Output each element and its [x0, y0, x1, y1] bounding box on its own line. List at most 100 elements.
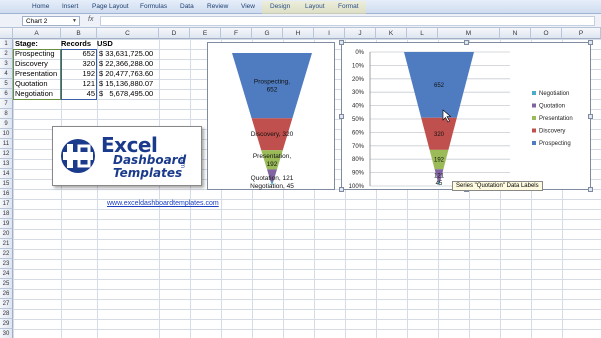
- row-header[interactable]: 13: [0, 159, 13, 169]
- logo-text-line3: Templates: [113, 166, 183, 180]
- y-tick-label: 100%: [349, 184, 365, 190]
- row-header[interactable]: 24: [0, 269, 13, 279]
- row-header[interactable]: 18: [0, 209, 13, 219]
- data-label[interactable]: Presentation,: [253, 153, 291, 160]
- data-label[interactable]: Discovery, 320: [251, 131, 294, 138]
- row-header[interactable]: 26: [0, 289, 13, 299]
- row-header[interactable]: 15: [0, 179, 13, 189]
- website-link[interactable]: www.exceldashboardtemplates.com: [107, 200, 219, 207]
- funnel-chart-with-legend[interactable]: 0% 10% 20% 30% 40% 50% 60% 70% 80% 90% 100% 652 320 1…: [339, 40, 593, 192]
- tab-review[interactable]: Review: [207, 3, 228, 10]
- column-header-k[interactable]: K: [376, 28, 407, 39]
- legend-entry[interactable]: Negotiation: [539, 91, 569, 97]
- cell-usd[interactable]: $ 33,631,725.00: [99, 49, 159, 59]
- row-header[interactable]: 8: [0, 109, 13, 119]
- row-header[interactable]: 4: [0, 69, 13, 79]
- row-header[interactable]: 10: [0, 129, 13, 139]
- row-header[interactable]: 22: [0, 249, 13, 259]
- legend-entry[interactable]: Quotation: [539, 104, 565, 110]
- column-header-c[interactable]: C: [97, 28, 159, 39]
- row-header[interactable]: 9: [0, 119, 13, 129]
- row-header[interactable]: 17: [0, 199, 13, 209]
- column-header-o[interactable]: O: [531, 28, 562, 39]
- funnel-chart[interactable]: Prospecting, 652 Discovery, 320 Presentatio…: [207, 42, 335, 190]
- tab-view[interactable]: View: [241, 3, 255, 10]
- column-header-m[interactable]: M: [438, 28, 500, 39]
- tab-format[interactable]: Format: [338, 3, 359, 10]
- row-header[interactable]: 2: [0, 49, 13, 59]
- tab-home[interactable]: Home: [32, 3, 49, 10]
- tab-data[interactable]: Data: [180, 3, 194, 10]
- column-header-i[interactable]: I: [314, 28, 345, 39]
- row-header[interactable]: 21: [0, 239, 13, 249]
- y-tick-label: 0%: [355, 50, 364, 56]
- header-records[interactable]: Records: [61, 39, 97, 49]
- row-header[interactable]: 20: [0, 229, 13, 239]
- tab-design[interactable]: Design: [270, 3, 290, 10]
- tab-formulas[interactable]: Formulas: [140, 3, 167, 10]
- data-label[interactable]: 192: [434, 158, 445, 164]
- row-header[interactable]: 23: [0, 259, 13, 269]
- resize-handle[interactable]: [339, 114, 344, 119]
- row-header[interactable]: 28: [0, 309, 13, 319]
- y-tick-label: 10%: [352, 63, 365, 69]
- cell-usd[interactable]: $ 22,366,288.00: [99, 59, 159, 69]
- row-header[interactable]: 29: [0, 319, 13, 329]
- row-header[interactable]: 25: [0, 279, 13, 289]
- row-header[interactable]: 1: [0, 39, 13, 49]
- resize-handle[interactable]: [588, 187, 593, 192]
- cell-usd[interactable]: $ 15,136,880.07: [99, 79, 159, 89]
- data-label[interactable]: Negotiation, 45: [250, 183, 294, 190]
- column-header-d[interactable]: D: [159, 28, 190, 39]
- legend-entry[interactable]: Discovery: [539, 129, 565, 135]
- row-header[interactable]: 7: [0, 99, 13, 109]
- data-label[interactable]: 45: [436, 181, 443, 187]
- data-label[interactable]: 320: [434, 132, 445, 138]
- legend-entry[interactable]: Prospecting: [539, 141, 571, 147]
- column-header-l[interactable]: L: [407, 28, 438, 39]
- resize-handle[interactable]: [588, 114, 593, 119]
- column-header-e[interactable]: E: [190, 28, 221, 39]
- data-label[interactable]: 121: [434, 173, 445, 179]
- header-usd[interactable]: USD: [97, 39, 159, 49]
- resize-handle[interactable]: [588, 40, 593, 45]
- column-header-j[interactable]: J: [345, 28, 376, 39]
- header-stage[interactable]: Stage:: [15, 39, 61, 49]
- row-header[interactable]: 12: [0, 149, 13, 159]
- data-label[interactable]: 652: [434, 83, 445, 89]
- cell-usd[interactable]: $ 5,678,495.00: [99, 89, 159, 99]
- data-label[interactable]: Prospecting,: [254, 79, 290, 86]
- legend-entry[interactable]: Presentation: [539, 116, 573, 122]
- formula-input[interactable]: [100, 16, 595, 26]
- column-header-h[interactable]: H: [283, 28, 314, 39]
- column-header-g[interactable]: G: [252, 28, 283, 39]
- resize-handle[interactable]: [339, 187, 344, 192]
- column-header-b[interactable]: B: [61, 28, 97, 39]
- logo-text-suffix: .com: [179, 155, 185, 169]
- tab-layout[interactable]: Layout: [305, 3, 325, 10]
- fx-icon[interactable]: fx: [88, 16, 93, 23]
- column-header-p[interactable]: P: [562, 28, 601, 39]
- resize-handle[interactable]: [464, 40, 469, 45]
- data-label[interactable]: Quotation, 121: [251, 175, 294, 182]
- select-all-corner[interactable]: [0, 28, 13, 39]
- row-header[interactable]: 19: [0, 219, 13, 229]
- resize-handle[interactable]: [339, 40, 344, 45]
- tab-insert[interactable]: Insert: [62, 3, 78, 10]
- tab-page-layout[interactable]: Page Layout: [92, 3, 129, 10]
- row-header[interactable]: 30: [0, 329, 13, 338]
- row-header[interactable]: 14: [0, 169, 13, 179]
- column-header-a[interactable]: A: [13, 28, 61, 39]
- chevron-down-icon[interactable]: ▼: [72, 18, 77, 24]
- row-header[interactable]: 5: [0, 79, 13, 89]
- cell-usd[interactable]: $ 20,477,763.60: [99, 69, 159, 79]
- column-header-n[interactable]: N: [500, 28, 531, 39]
- row-header[interactable]: 6: [0, 89, 13, 99]
- data-label[interactable]: 652: [267, 87, 278, 94]
- row-header[interactable]: 16: [0, 189, 13, 199]
- row-header[interactable]: 27: [0, 299, 13, 309]
- row-header[interactable]: 3: [0, 59, 13, 69]
- column-header-f[interactable]: F: [221, 28, 252, 39]
- row-header[interactable]: 11: [0, 139, 13, 149]
- data-label[interactable]: 192: [267, 161, 278, 168]
